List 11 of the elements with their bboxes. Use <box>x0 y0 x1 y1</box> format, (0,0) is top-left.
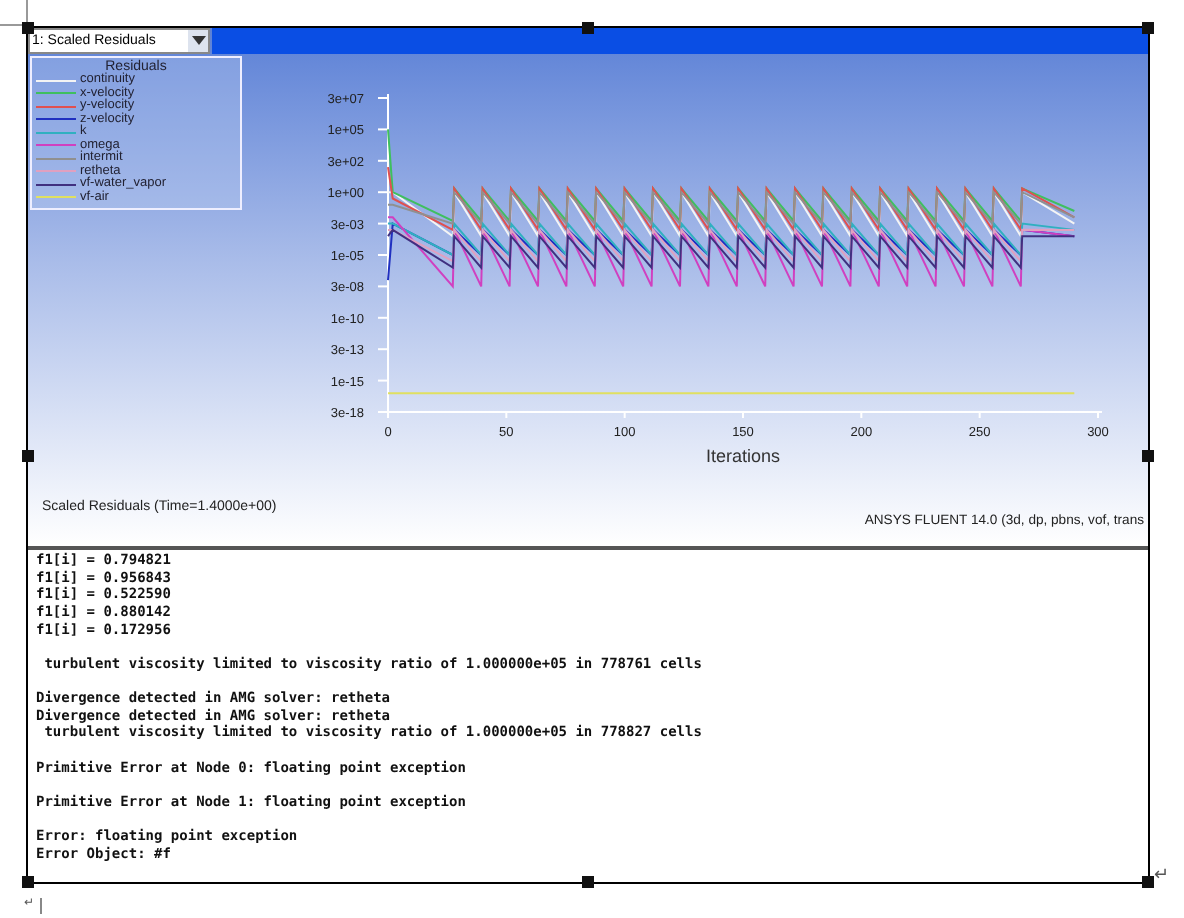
resize-handle[interactable] <box>582 22 594 34</box>
resize-handle[interactable] <box>1142 22 1154 34</box>
resize-handle[interactable] <box>22 449 34 461</box>
x-axis-label: Iterations <box>705 446 781 466</box>
resize-handle[interactable] <box>1142 449 1154 461</box>
text-cursor <box>40 897 42 913</box>
resize-handle[interactable] <box>582 876 594 888</box>
resize-handle[interactable] <box>22 22 34 34</box>
paragraph-mark: ↵ <box>1154 866 1170 884</box>
resize-handle[interactable] <box>22 876 34 888</box>
resize-handle[interactable] <box>1142 876 1154 888</box>
